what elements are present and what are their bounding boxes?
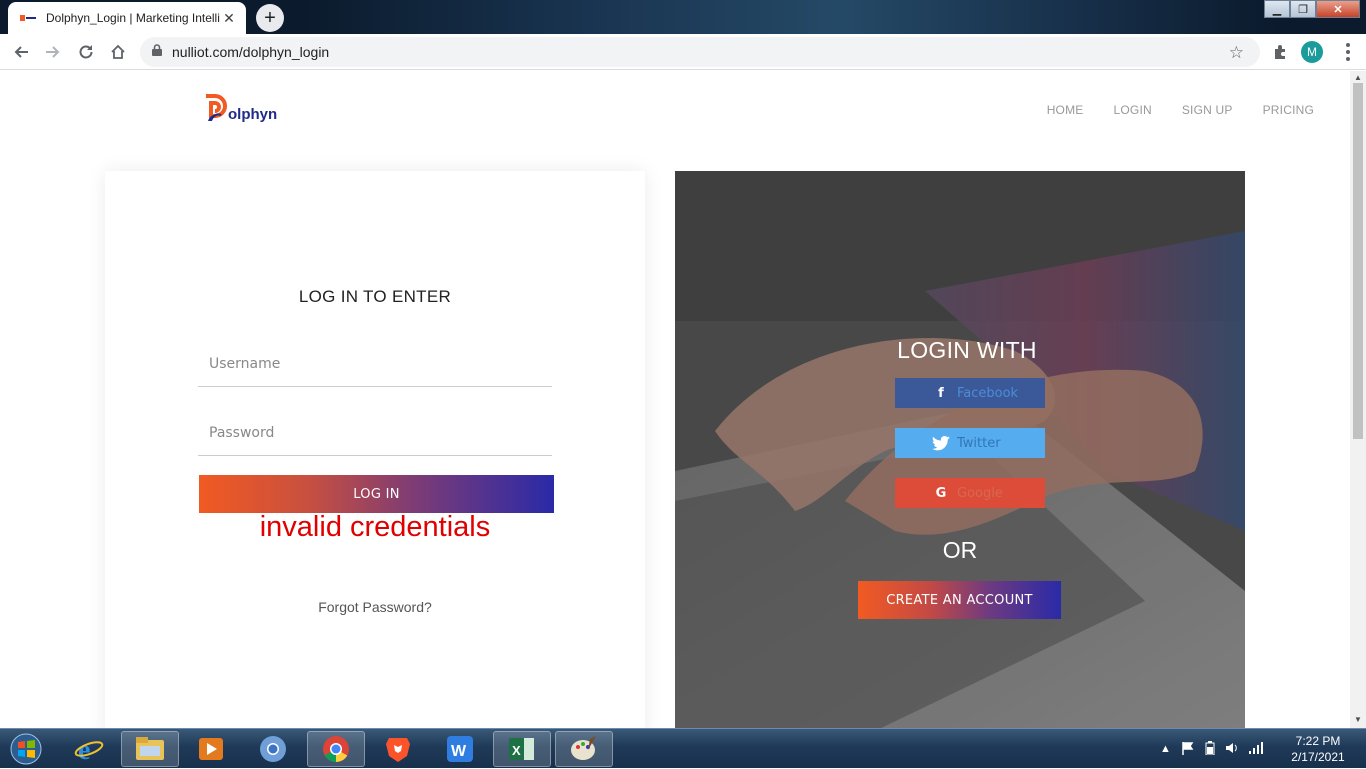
facebook-icon: f (938, 385, 944, 401)
svg-text:W: W (451, 743, 467, 760)
twitter-icon (931, 433, 951, 453)
google-icon: G (935, 485, 947, 501)
windows-taskbar: e W X ▲ 7:22 PM 2/17/2021 (0, 728, 1366, 768)
clock-time: 7:22 PM (1295, 734, 1341, 748)
new-tab-button[interactable]: + (256, 4, 284, 32)
page-scrollbar[interactable]: ▲ ▼ (1350, 71, 1366, 728)
paint-icon[interactable] (555, 731, 613, 767)
system-tray: ▲ (1160, 729, 1265, 769)
scroll-down-icon[interactable]: ▼ (1354, 715, 1362, 724)
browser-menu-icon[interactable] (1338, 40, 1358, 64)
hero-image-panel: LOGIN WITH f Facebook Twitter G Google O… (675, 171, 1245, 728)
battery-icon[interactable] (1205, 740, 1215, 758)
brave-browser-icon[interactable] (369, 731, 427, 767)
close-window-button[interactable]: ✕ (1316, 0, 1360, 18)
username-input[interactable] (198, 341, 552, 387)
error-message: invalid credentials (259, 511, 491, 543)
bookmark-star-icon[interactable]: ☆ (1229, 43, 1244, 63)
dolphyn-favicon-icon (20, 13, 36, 23)
create-account-button[interactable]: CREATE AN ACCOUNT (858, 581, 1061, 619)
maximize-button[interactable]: ❐ (1290, 0, 1316, 18)
nav-login[interactable]: LOGIN (1114, 103, 1152, 117)
windows-logo-icon (10, 733, 42, 765)
page-content: olphyn HOME LOGIN SIGN UP PRICING LOG IN… (0, 71, 1350, 728)
profile-avatar[interactable]: M (1301, 41, 1323, 63)
minimize-button[interactable]: ▁ (1264, 0, 1290, 18)
tab-title: Dolphyn_Login | Marketing Intelli (46, 11, 220, 25)
network-signal-icon[interactable] (1248, 741, 1265, 757)
home-icon[interactable] (106, 40, 130, 64)
scroll-thumb[interactable] (1353, 83, 1363, 439)
file-explorer-icon[interactable] (121, 731, 179, 767)
chrome-icon[interactable] (307, 731, 365, 767)
chromium-icon[interactable] (244, 731, 302, 767)
or-divider: OR (942, 537, 978, 563)
logo-text: olphyn (228, 106, 278, 123)
nav-sign-up[interactable]: SIGN UP (1182, 103, 1233, 117)
twitter-label: Twitter (957, 435, 1001, 451)
browser-tab-strip: Dolphyn_Login | Marketing Intelli ✕ + ▁ … (0, 0, 1366, 34)
svg-text:X: X (512, 743, 521, 758)
dolphyn-logo[interactable]: olphyn (205, 94, 277, 124)
site-navigation: HOME LOGIN SIGN UP PRICING (1047, 103, 1314, 117)
internet-explorer-icon[interactable]: e (60, 731, 118, 767)
clock-date: 2/17/2021 (1291, 750, 1345, 764)
scroll-up-icon[interactable]: ▲ (1354, 73, 1362, 82)
nav-home[interactable]: HOME (1047, 103, 1084, 117)
system-clock[interactable]: 7:22 PM 2/17/2021 (1283, 733, 1353, 765)
show-hidden-icons-icon[interactable]: ▲ (1160, 743, 1171, 755)
login-title: LOG IN TO ENTER (298, 287, 452, 306)
forward-arrow-icon[interactable] (41, 40, 65, 64)
media-player-icon[interactable] (182, 731, 240, 767)
nav-pricing[interactable]: PRICING (1263, 103, 1314, 117)
google-label: Google (957, 485, 1003, 501)
reload-icon[interactable] (74, 40, 98, 64)
google-login-button[interactable]: G Google (895, 478, 1045, 508)
login-with-heading: LOGIN WITH (897, 337, 1037, 363)
address-bar[interactable]: nulliot.com/dolphyn_login ☆ (140, 37, 1260, 67)
forgot-password-link[interactable]: Forgot Password? (105, 599, 645, 615)
excel-icon[interactable]: X (493, 731, 551, 767)
url-text: nulliot.com/dolphyn_login (172, 44, 330, 60)
lock-icon (152, 43, 162, 61)
dolphyn-logo-mark-icon (205, 94, 227, 124)
login-card: LOG IN TO ENTER LOG IN invalid credentia… (105, 171, 645, 728)
password-input[interactable] (198, 410, 552, 456)
browser-toolbar: nulliot.com/dolphyn_login ☆ M (0, 34, 1366, 70)
back-arrow-icon[interactable] (9, 40, 33, 64)
facebook-label: Facebook (957, 385, 1019, 401)
wps-writer-icon[interactable]: W (431, 731, 489, 767)
start-button[interactable] (4, 731, 48, 767)
svg-text:e: e (78, 735, 90, 764)
tab-close-icon[interactable]: ✕ (220, 10, 238, 27)
login-button[interactable]: LOG IN (199, 475, 554, 513)
extensions-puzzle-icon[interactable] (1270, 42, 1290, 62)
facebook-login-button[interactable]: f Facebook (895, 378, 1045, 408)
volume-icon[interactable] (1225, 741, 1239, 758)
twitter-login-button[interactable]: Twitter (895, 428, 1045, 458)
tab-strip-background (300, 0, 1280, 34)
browser-tab[interactable]: Dolphyn_Login | Marketing Intelli ✕ (8, 2, 246, 34)
action-center-flag-icon[interactable] (1181, 741, 1195, 758)
window-controls: ▁ ❐ ✕ (1264, 0, 1360, 18)
